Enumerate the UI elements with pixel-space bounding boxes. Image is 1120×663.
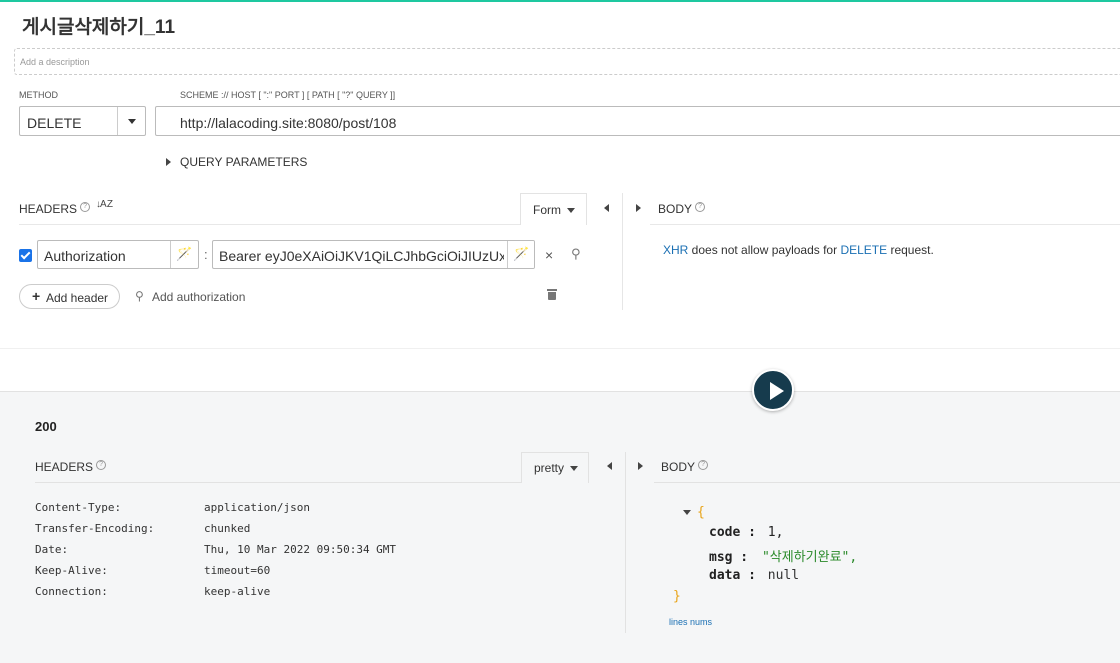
json-key: msg <box>709 550 733 565</box>
help-icon[interactable]: ? <box>695 202 706 212</box>
trash-can <box>548 292 556 300</box>
panel-splitter[interactable] <box>625 452 626 633</box>
request-body-label: BODY <box>658 202 693 216</box>
header-value-input[interactable]: Bearer eyJ0eXAiOiJKV1QiLCJhbGciOiJIUzUxM… <box>212 240 535 269</box>
request-body-heading: BODY? <box>658 202 706 216</box>
key-icon: ⚲ <box>135 289 144 303</box>
request-headers-heading: HEADERS? <box>19 202 91 216</box>
add-header-button[interactable]: + Add header <box>19 284 120 309</box>
method-dropdown-toggle[interactable] <box>117 107 145 135</box>
query-parameters-label: QUERY PARAMETERS <box>180 155 308 169</box>
chevron-down-icon <box>128 119 136 124</box>
chevron-down-icon <box>570 466 578 471</box>
json-colon: : <box>732 550 756 565</box>
pretty-mode-label: pretty <box>534 461 565 475</box>
json-key: data <box>709 568 741 583</box>
panel-splitter[interactable] <box>622 193 623 310</box>
method-select[interactable]: DELETE <box>19 106 146 136</box>
response-header-key: Content-Type: <box>35 501 122 514</box>
wand-icon[interactable]: 🪄 <box>170 241 198 268</box>
response-body-label: BODY <box>661 460 696 474</box>
response-header-value: keep-alive <box>204 585 271 598</box>
form-mode-label: Form <box>533 203 561 217</box>
url-value: http://lalacoding.site:8080/post/108 <box>180 115 397 131</box>
divider <box>654 482 1120 483</box>
divider <box>650 224 1120 225</box>
remove-header-icon[interactable]: × <box>545 247 553 263</box>
json-close-brace: } <box>673 589 681 604</box>
help-icon[interactable]: ? <box>80 202 91 212</box>
collapse-left-icon[interactable] <box>604 204 609 212</box>
divider <box>35 482 589 483</box>
request-title[interactable]: 게시글삭제하기_11 <box>22 12 175 39</box>
pretty-mode-dropdown[interactable]: pretty <box>521 452 589 483</box>
json-colon: : <box>740 525 764 540</box>
request-headers-label: HEADERS <box>19 202 78 216</box>
scheme-label: SCHEME :// HOST [ ":" PORT ] [ PATH [ "?… <box>180 90 396 100</box>
add-authorization-link[interactable]: Add authorization <box>152 290 245 304</box>
collapse-right-icon[interactable] <box>638 462 643 470</box>
response-headers-label: HEADERS <box>35 460 94 474</box>
notice-text-end: request. <box>887 243 934 257</box>
response-header-key: Connection: <box>35 585 108 598</box>
json-value: null <box>767 568 800 583</box>
description-placeholder: Add a description <box>20 57 90 67</box>
header-key-value: Authorization <box>44 248 126 264</box>
response-header-value: Thu, 10 Mar 2022 09:50:34 GMT <box>204 543 397 556</box>
divider <box>19 224 586 225</box>
form-mode-dropdown[interactable]: Form <box>520 193 587 225</box>
json-field-code: code : 1, <box>709 525 783 540</box>
collapse-json-icon[interactable] <box>683 510 691 515</box>
json-value: "삭제하기완료", <box>761 550 858 565</box>
divider <box>0 348 1120 349</box>
json-colon: : <box>740 568 764 583</box>
notice-text: does not allow payloads for <box>688 243 841 257</box>
description-field[interactable]: Add a description <box>14 48 1120 75</box>
response-header-value: timeout=60 <box>204 564 271 577</box>
sort-icon[interactable]: ↓A Z <box>96 199 113 210</box>
trash-lid <box>547 289 557 291</box>
header-key-input[interactable]: Authorization 🪄 <box>37 240 199 269</box>
json-field-data: data : null <box>709 568 799 583</box>
xhr-link[interactable]: XHR <box>663 243 688 257</box>
json-open-brace: { <box>697 505 705 520</box>
body-notice: XHR does not allow payloads for DELETE r… <box>663 243 934 257</box>
json-field-msg: msg : "삭제하기완료", <box>709 546 857 565</box>
response-body-heading: BODY? <box>661 460 709 474</box>
collapse-left-icon[interactable] <box>607 462 612 470</box>
url-input[interactable]: http://lalacoding.site:8080/post/108 <box>155 106 1120 136</box>
key-icon[interactable]: ⚲ <box>571 246 581 262</box>
header-enabled-checkbox[interactable] <box>19 249 32 262</box>
json-value: 1, <box>767 525 784 540</box>
expand-arrow-icon <box>166 158 171 166</box>
response-header-key: Keep-Alive: <box>35 564 108 577</box>
play-icon <box>770 382 784 400</box>
json-key: code <box>709 525 741 540</box>
help-icon[interactable]: ? <box>698 460 709 470</box>
wand-icon[interactable]: 🪄 <box>507 241 534 268</box>
response-header-value: application/json <box>204 501 310 514</box>
lines-nums-toggle[interactable]: lines nums <box>669 617 712 627</box>
response-headers-heading: HEADERS? <box>35 460 107 474</box>
method-label: METHOD <box>19 90 58 100</box>
response-status: 200 <box>35 419 57 434</box>
add-header-label: Add header <box>46 291 109 305</box>
collapse-right-icon[interactable] <box>636 204 641 212</box>
response-header-key: Date: <box>35 543 69 556</box>
header-value-text: Bearer eyJ0eXAiOiJKV1QiLCJhbGciOiJIUzUxM… <box>219 248 504 264</box>
help-icon[interactable]: ? <box>96 460 107 470</box>
method-value: DELETE <box>27 115 82 131</box>
plus-icon: + <box>32 288 41 304</box>
trash-icon[interactable] <box>547 289 557 300</box>
method-link[interactable]: DELETE <box>840 243 887 257</box>
send-request-button[interactable] <box>752 369 794 411</box>
chevron-down-icon <box>567 208 575 213</box>
response-header-value: chunked <box>204 522 251 535</box>
response-header-key: Transfer-Encoding: <box>35 522 155 535</box>
header-separator: : <box>204 247 208 262</box>
response-panel <box>0 391 1120 663</box>
